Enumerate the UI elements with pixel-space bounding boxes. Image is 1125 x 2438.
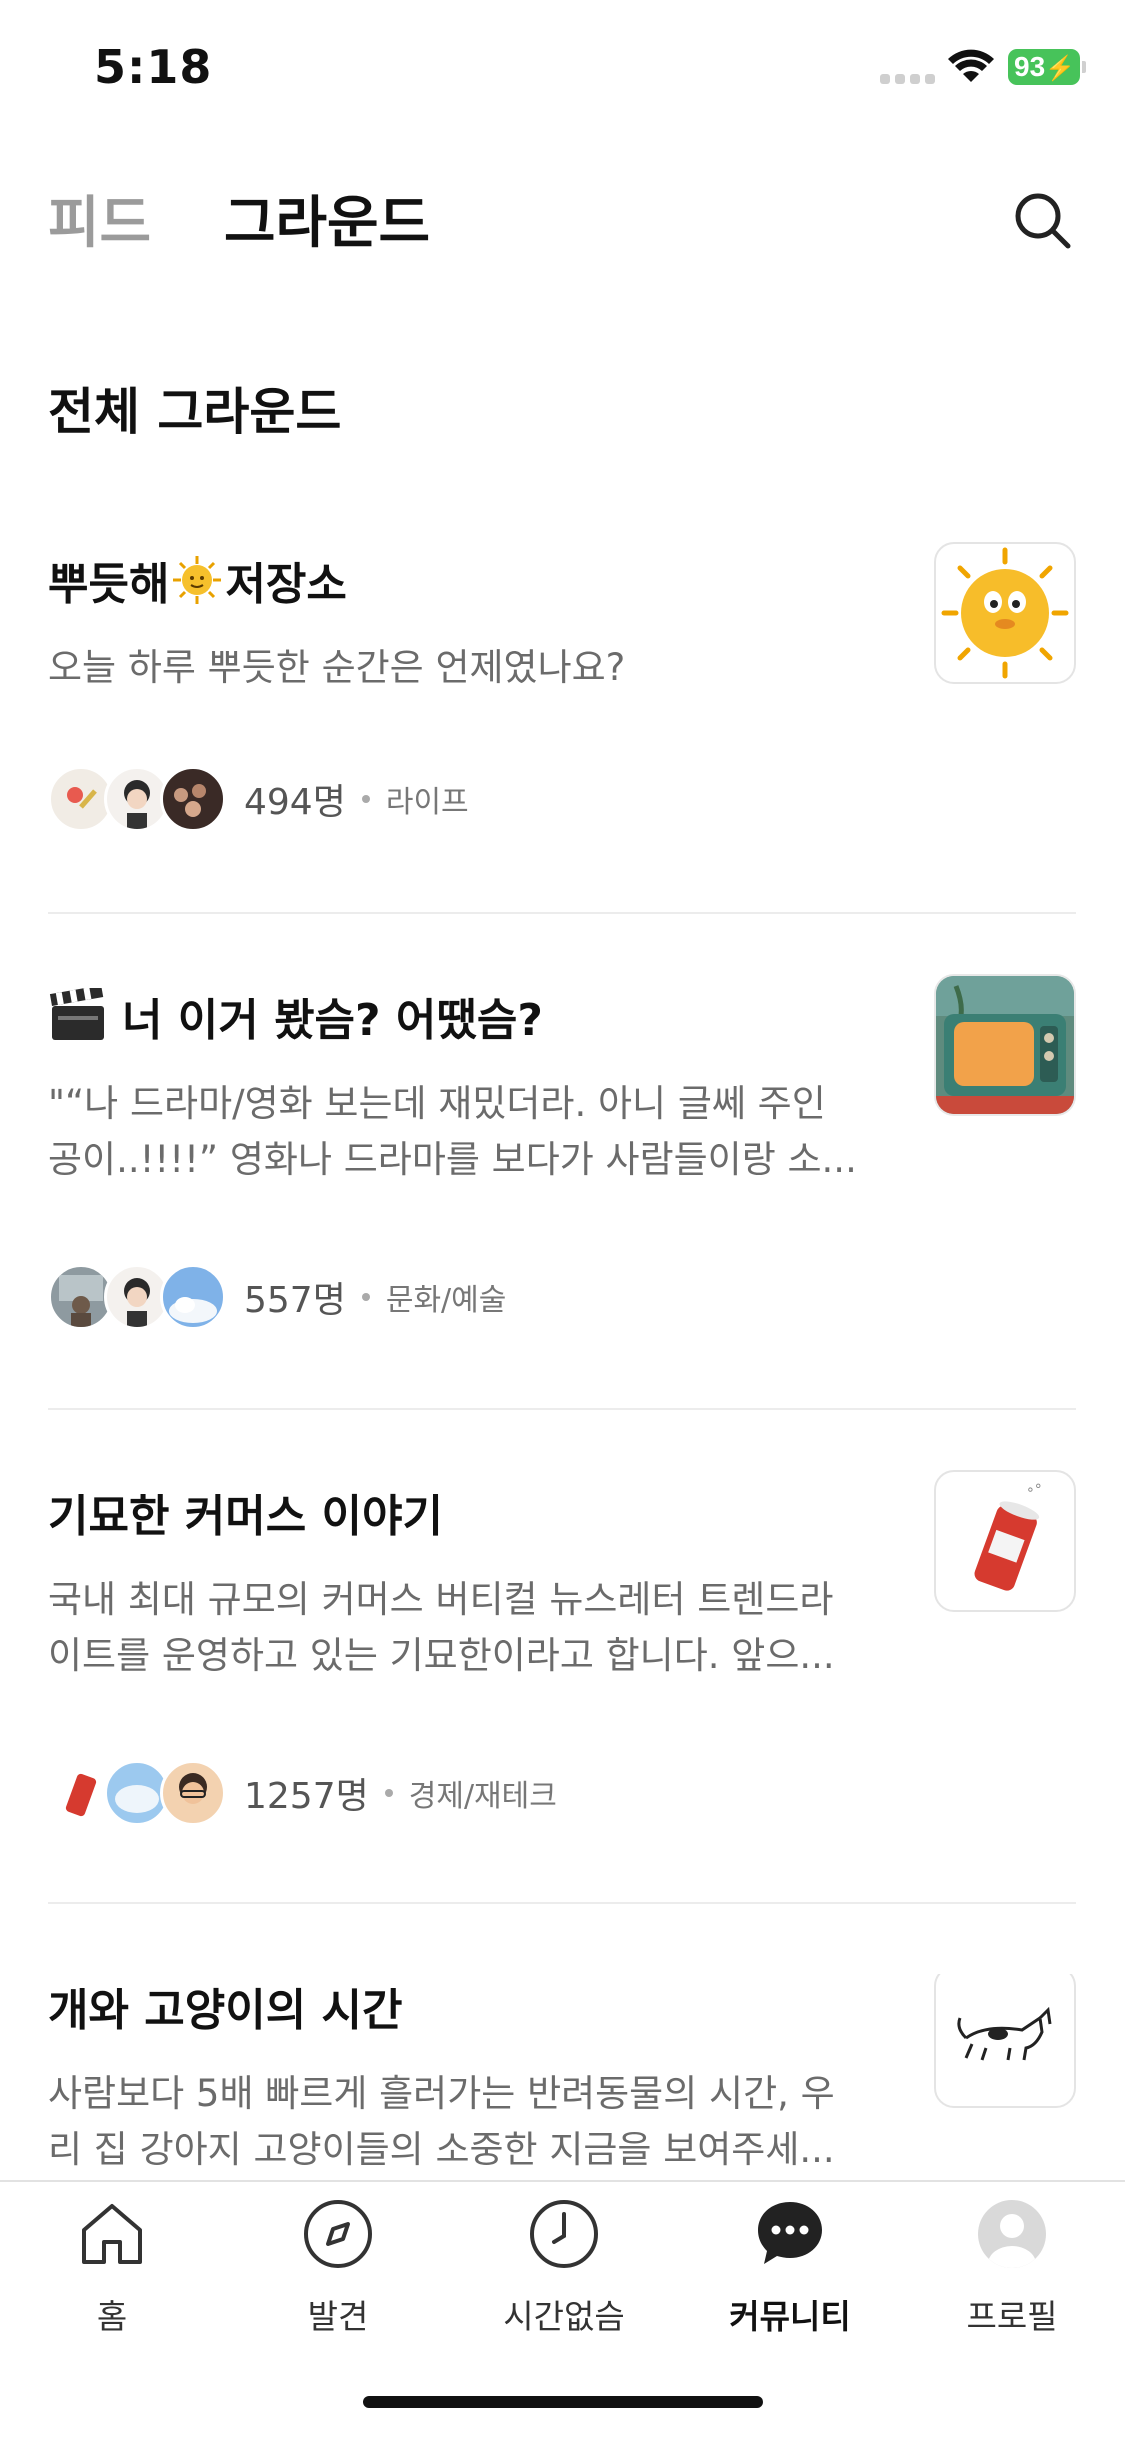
card-meta: 557명 문화/예술 (244, 1264, 506, 1330)
ground-card[interactable]: 뿌듯해 저장소 오늘 하루 뿌듯한 순간은 언제였나요? 494명 라이프 (48, 542, 1076, 878)
tab-no-time[interactable]: 시간없슴 (464, 2198, 664, 2338)
separator-dot (361, 1293, 370, 1301)
card-title: 뿌듯해 저장소 (48, 548, 347, 612)
card-description: "“나 드라마/영화 보는데 재밌더라. 아니 글쎄 주인 공이..!!!!” … (48, 1076, 888, 1188)
tab-discover[interactable]: 발견 (238, 2198, 438, 2338)
separator-dot (384, 1789, 393, 1797)
status-bar: 5:18 93⚡ (0, 0, 1125, 140)
card-title-post: 개와 고양이의 시간 (48, 1985, 403, 2036)
signal-icon (880, 74, 936, 84)
compass-icon (304, 2200, 372, 2268)
card-desc-line: 이트를 운영하고 있는 기묘한이라고 합니다. 앞으... (48, 1634, 835, 1677)
card-desc-line: "“나 드라마/영화 보는데 재밌더라. 아니 글쎄 주인 (48, 1082, 826, 1125)
section-title: 전체 그라운드 (48, 383, 342, 441)
sun-emoji-icon (173, 556, 222, 604)
soda-can-icon: ∘° (974, 1482, 1042, 1591)
chat-bubble-icon (758, 2202, 822, 2264)
tab-label: 발견 (307, 2297, 369, 2336)
card-thumbnail: ∘° (934, 1470, 1076, 1612)
battery-cap (1082, 61, 1086, 73)
avatar (160, 766, 226, 832)
category-label: 경제/재테크 (408, 1779, 557, 1814)
card-desc-line: 사람보다 5배 빠르게 흘러가는 반려동물의 시간, 우 (48, 2072, 835, 2115)
home-icon (82, 2204, 142, 2264)
cat-drawing-icon (957, 2006, 1052, 2061)
battery-icon: 93⚡ (1008, 49, 1080, 85)
card-desc-line: 리 집 강아지 고양이들의 소중한 지금을 보여주세... (48, 2128, 835, 2171)
avatar (160, 1760, 226, 1826)
divider (48, 1408, 1076, 1410)
clock-icon (530, 2200, 598, 2268)
tab-label: 시간없슴 (503, 2297, 625, 2336)
tab-label: 홈 (96, 2297, 128, 2336)
avatar (160, 1264, 226, 1330)
card-thumbnail (934, 974, 1076, 1116)
category-label: 라이프 (385, 785, 469, 820)
card-description: 오늘 하루 뿌듯한 순간은 언제였나요? (48, 640, 888, 696)
tab-home[interactable]: 홈 (12, 2198, 212, 2338)
tab-profile[interactable]: 프로필 (912, 2198, 1112, 2338)
card-description: 사람보다 5배 빠르게 흘러가는 반려동물의 시간, 우 리 집 강아지 고양이… (48, 2066, 888, 2178)
header: 피드 그라운드 (0, 170, 1125, 270)
member-avatars (48, 766, 228, 836)
member-count: 557명 (244, 1280, 346, 1321)
member-avatars (48, 1760, 228, 1830)
card-title: 개와 고양이의 시간 (48, 1974, 402, 2038)
card-desc-line: 공이..!!!!” 영화나 드라마를 보다가 사람들이랑 소... (48, 1138, 857, 1181)
card-meta: 494명 라이프 (244, 766, 469, 832)
tab-community[interactable]: 커뮤니티 (690, 2198, 890, 2338)
card-title-post: 저장소 (225, 559, 347, 610)
card-title-post: 기묘한 커머스 이야기 (48, 1491, 443, 1542)
search-icon[interactable] (1010, 188, 1074, 252)
battery-level: 93 (1014, 51, 1046, 82)
card-thumbnail (934, 542, 1076, 684)
divider (48, 1902, 1076, 1904)
divider (48, 912, 1076, 914)
sun-character-icon (941, 547, 1069, 679)
member-avatars (48, 1264, 228, 1334)
ground-card[interactable]: 개와 고양이의 시간 사람보다 5배 빠르게 흘러가는 반려동물의 시간, 우 … (48, 1974, 1076, 2180)
tab-feed[interactable]: 피드 (48, 178, 151, 259)
card-meta: 1257명 경제/재테크 (244, 1760, 557, 1826)
card-title-post: 너 이거 봤슴? 어땠슴? (122, 995, 543, 1046)
card-title: 기묘한 커머스 이야기 (48, 1480, 443, 1544)
ground-card[interactable]: 너 이거 봤슴? 어땠슴? "“나 드라마/영화 보는데 재밌더라. 아니 글쎄… (48, 974, 1076, 1344)
status-time: 5:18 (94, 40, 213, 94)
member-count: 1257명 (244, 1776, 369, 1817)
member-count: 494명 (244, 782, 346, 823)
profile-icon (978, 2200, 1046, 2268)
separator-dot (361, 795, 370, 803)
wifi-icon (948, 49, 994, 82)
ground-card[interactable]: 기묘한 커머스 이야기 국내 최대 규모의 커머스 버티컬 뉴스레터 트렌드라 … (48, 1470, 1076, 1840)
card-title: 너 이거 봤슴? 어땠슴? (48, 984, 543, 1048)
card-desc-line: 국내 최대 규모의 커머스 버티컬 뉴스레터 트렌드라 (48, 1578, 834, 1621)
clapper-emoji-icon (49, 988, 104, 1040)
card-desc-line: 오늘 하루 뿌듯한 순간은 언제였나요? (48, 646, 626, 689)
tab-label: 프로필 (966, 2297, 1058, 2336)
card-title-pre: 뿌듯해 (48, 559, 170, 610)
svg-text:∘°: ∘° (1026, 1482, 1042, 1498)
category-label: 문화/예술 (385, 1283, 507, 1318)
tab-ground[interactable]: 그라운드 (224, 178, 430, 259)
card-thumbnail (934, 1974, 1076, 2108)
home-indicator (363, 2396, 763, 2408)
tab-label: 커뮤니티 (729, 2297, 851, 2336)
retro-tv-icon (936, 976, 1074, 1114)
card-description: 국내 최대 규모의 커머스 버티컬 뉴스레터 트렌드라 이트를 운영하고 있는 … (48, 1572, 888, 1684)
